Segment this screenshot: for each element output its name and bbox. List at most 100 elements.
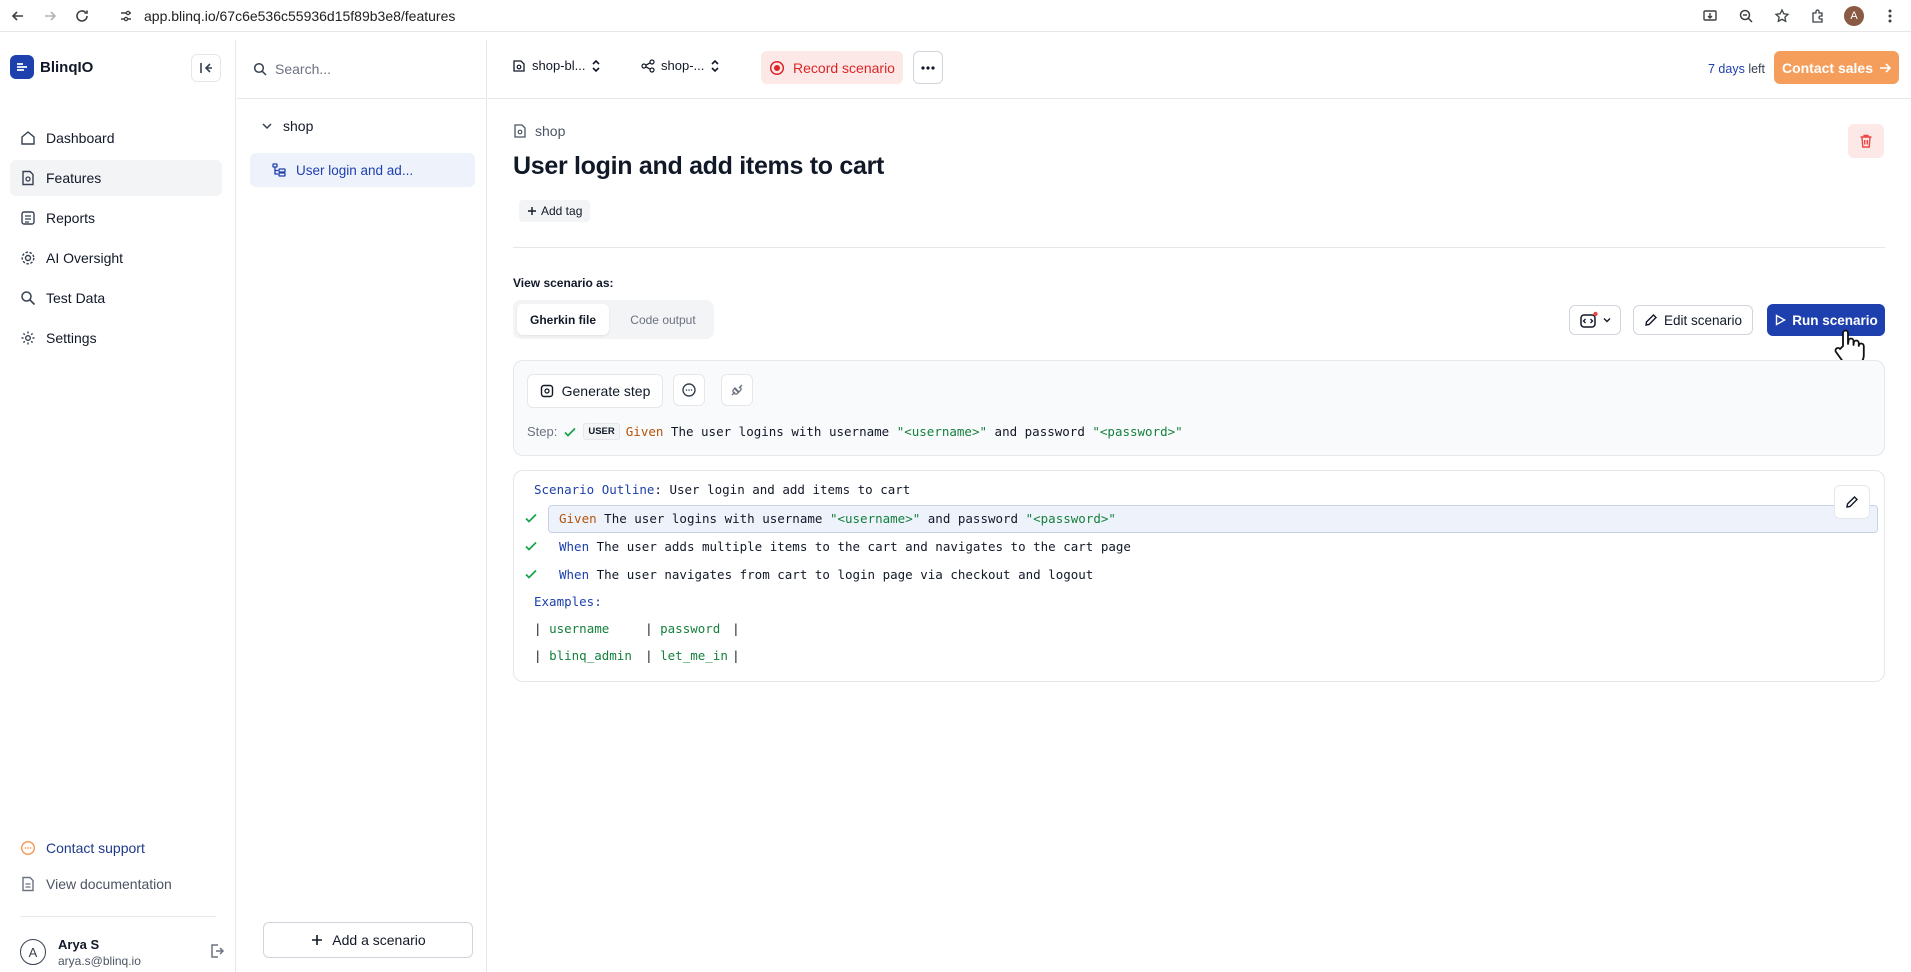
chevron-down-icon <box>1603 318 1610 323</box>
profile-avatar[interactable]: A <box>1841 3 1867 29</box>
tab-code-output[interactable]: Code output <box>617 304 709 335</box>
sidebar-item-label: AI Oversight <box>46 250 124 266</box>
user-profile[interactable]: A Arya S arya.s@blinq.io <box>20 932 225 972</box>
breadcrumb[interactable]: shop <box>513 123 565 139</box>
kebab-menu-icon[interactable] <box>1877 3 1903 29</box>
brand[interactable]: BlinqIO <box>10 55 93 79</box>
scenario-outline-line: Scenario Outline: User login and add ite… <box>534 482 911 497</box>
sidebar-item-dashboard[interactable]: Dashboard <box>10 120 222 156</box>
chat-button[interactable] <box>673 374 705 406</box>
features-panel: shop User login and ad... Add a scenario <box>237 40 487 972</box>
tree-folder-shop[interactable]: shop <box>261 118 313 134</box>
plus-icon <box>312 935 323 945</box>
contact-support-label: Contact support <box>46 840 145 856</box>
pencil-icon <box>1645 314 1657 326</box>
delete-scenario-button[interactable] <box>1848 124 1884 158</box>
avatar: A <box>20 939 46 965</box>
contact-support-link[interactable]: Contact support <box>10 830 222 866</box>
view-as-label: View scenario as: <box>513 276 614 290</box>
project-select[interactable]: shop-bl... <box>512 58 601 73</box>
search-icon <box>253 62 267 76</box>
sidebar-item-label: Settings <box>46 330 97 346</box>
updown-chevron-icon <box>711 59 719 72</box>
tree-item-scenario[interactable]: User login and ad... <box>250 153 475 187</box>
install-app-icon[interactable] <box>1697 3 1723 29</box>
page-title: User login and add items to cart <box>513 152 885 180</box>
browser-toolbar: app.blinq.io/67c6e536c55936d15f89b3e8/fe… <box>0 0 1911 32</box>
arrow-right-icon <box>1880 62 1892 73</box>
record-scenario-button[interactable]: Record scenario <box>761 51 903 84</box>
sidebar-nav: Dashboard Features Reports AI Oversight … <box>10 120 222 360</box>
contact-sales-button[interactable]: Contact sales <box>1774 51 1899 84</box>
search-input[interactable] <box>275 61 455 77</box>
record-scenario-label: Record scenario <box>793 59 895 76</box>
step-label: Step: <box>527 424 558 439</box>
scenario-tree-icon <box>272 163 286 177</box>
breadcrumb-label: shop <box>535 123 566 139</box>
check-icon <box>525 541 537 551</box>
contact-sales-label: Contact sales <box>1781 59 1874 76</box>
code-step-line[interactable]: Given The user logins with username "<us… <box>559 511 1116 526</box>
sidebar-item-label: Test Data <box>46 290 106 306</box>
add-scenario-button[interactable]: Add a scenario <box>263 922 473 958</box>
search-bar <box>237 40 487 99</box>
zoom-icon[interactable] <box>1733 3 1759 29</box>
tab-gherkin-file[interactable]: Gherkin file <box>517 304 609 335</box>
view-documentation-link[interactable]: View documentation <box>10 866 222 902</box>
play-icon <box>1776 314 1787 326</box>
sidebar-item-ai-oversight[interactable]: AI Oversight <box>10 240 222 276</box>
environment-select[interactable]: shop-... <box>641 58 720 73</box>
support-chat-icon <box>20 840 36 856</box>
code-step-line[interactable]: When The user navigates from cart to log… <box>559 567 1093 582</box>
search-data-icon <box>21 291 36 306</box>
address-bar[interactable]: app.blinq.io/67c6e536c55936d15f89b3e8/fe… <box>118 3 1618 29</box>
sidebar-item-test-data[interactable]: Test Data <box>10 280 222 316</box>
sidebar-item-label: Features <box>46 170 102 186</box>
edit-code-button[interactable] <box>1834 485 1870 519</box>
examples-line: Examples: <box>534 594 602 609</box>
generate-icon <box>540 384 553 398</box>
list-icon <box>21 211 35 225</box>
site-info-icon[interactable] <box>118 8 134 24</box>
sidebar-item-settings[interactable]: Settings <box>10 320 222 356</box>
step-generator-panel: Generate step Step: USER Given The user … <box>513 360 1885 456</box>
settings-icon <box>21 331 35 345</box>
step-text: Given The user logins with username "<us… <box>625 424 1183 439</box>
sidebar-item-features[interactable]: Features <box>10 160 222 196</box>
user-badge: USER <box>583 423 620 440</box>
collapse-icon <box>200 63 212 73</box>
extensions-icon[interactable] <box>1805 3 1831 29</box>
generate-step-button[interactable]: Generate step <box>527 374 663 408</box>
code-step-line[interactable]: When The user adds multiple items to the… <box>559 539 1131 554</box>
current-step: Step: USER Given The user logins with us… <box>527 423 1183 440</box>
chat-bubble-icon <box>682 383 696 397</box>
forward-icon[interactable] <box>36 2 64 30</box>
run-scenario-button[interactable]: Run scenario <box>1767 304 1885 336</box>
project-select-value: shop-bl... <box>532 58 586 73</box>
sidebar-item-reports[interactable]: Reports <box>10 200 222 236</box>
divider <box>20 916 216 917</box>
trash-icon <box>1860 134 1872 148</box>
edit-scenario-button[interactable]: Edit scenario <box>1633 305 1753 335</box>
add-tag-label: Add tag <box>541 204 583 218</box>
ai-assistant-dropdown[interactable] <box>1569 305 1621 335</box>
reload-icon[interactable] <box>68 2 96 30</box>
bookmark-star-icon[interactable] <box>1769 3 1795 29</box>
documentation-icon <box>22 876 34 892</box>
view-documentation-label: View documentation <box>46 876 172 892</box>
brand-name: BlinqIO <box>40 58 94 76</box>
url-text: app.blinq.io/67c6e536c55936d15f89b3e8/fe… <box>144 8 456 24</box>
environment-select-value: shop-... <box>661 58 705 73</box>
edit-scenario-label: Edit scenario <box>1663 312 1743 328</box>
gherkin-editor[interactable]: Scenario Outline: User login and add ite… <box>513 470 1885 682</box>
home-icon <box>21 131 35 145</box>
back-icon[interactable] <box>4 2 32 30</box>
sidebar-item-label: Reports <box>46 210 96 226</box>
logout-icon[interactable] <box>209 943 225 959</box>
add-tag-button[interactable]: Add tag <box>519 200 591 222</box>
link-step-button[interactable] <box>721 374 753 406</box>
collapse-sidebar-button[interactable] <box>191 54 221 82</box>
divider <box>513 247 1885 248</box>
more-options-button[interactable] <box>913 51 943 84</box>
main-topbar: shop-bl... shop-... Record scenario 7 da… <box>488 40 1911 99</box>
